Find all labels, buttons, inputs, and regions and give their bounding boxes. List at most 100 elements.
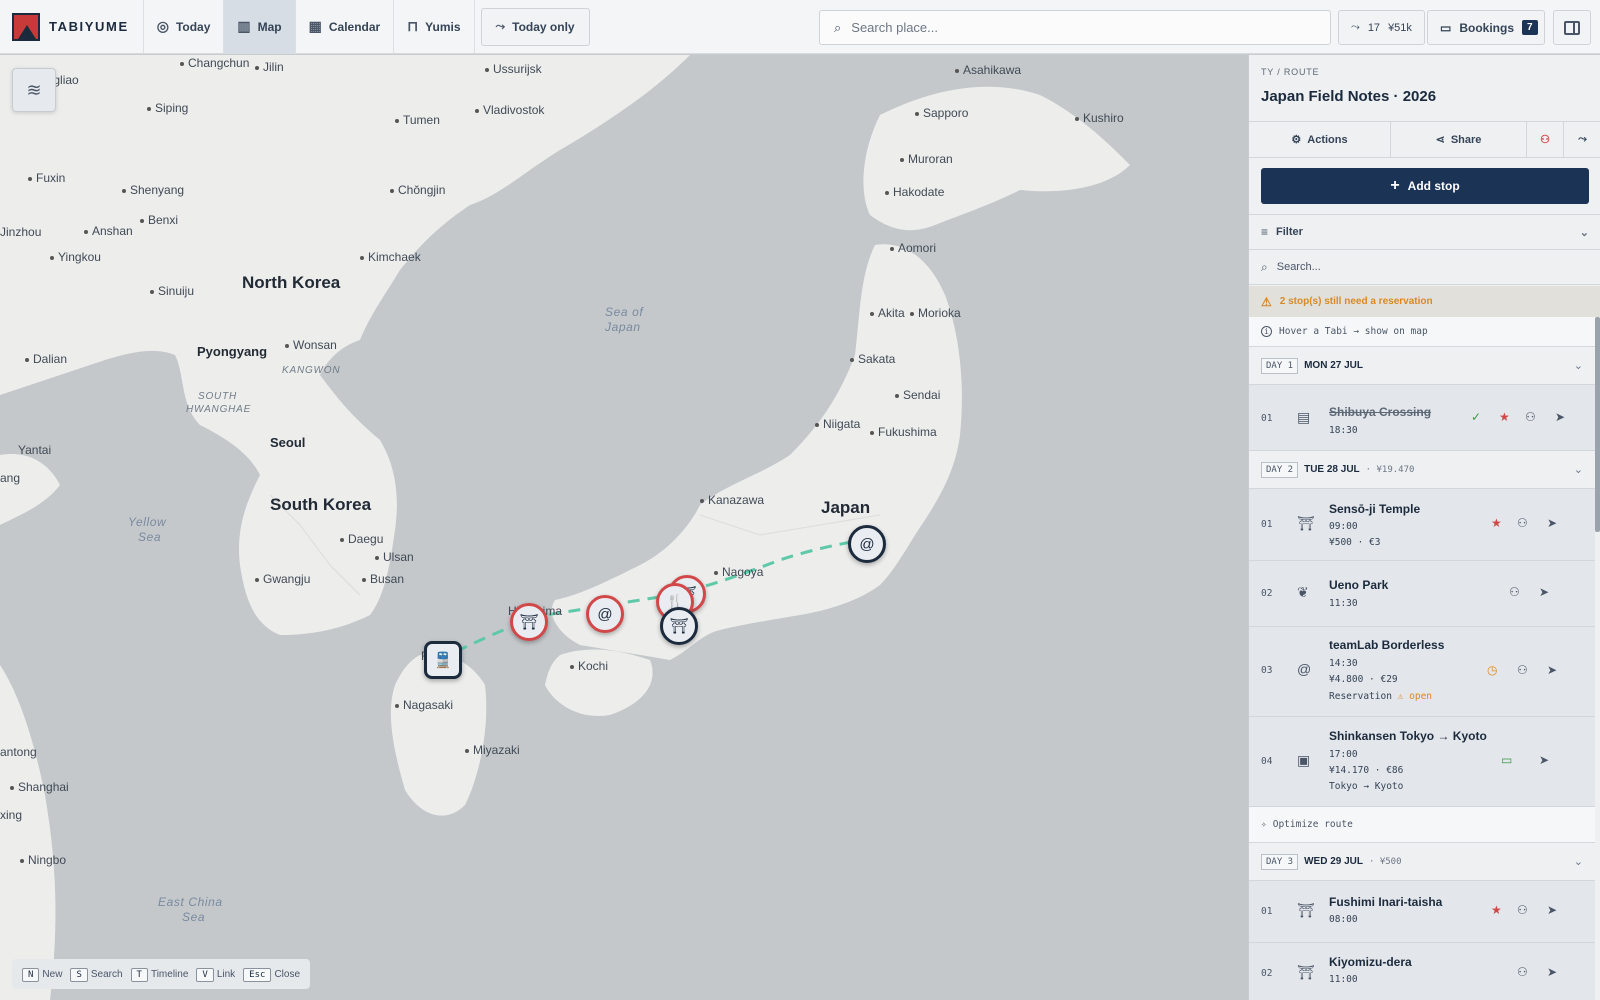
- map-label: Kochi: [570, 659, 608, 673]
- navigate-icon[interactable]: ➤: [1547, 965, 1557, 979]
- shortcut-search: S Search: [70, 967, 123, 982]
- today-only-toggle[interactable]: ⤳ Today only: [480, 7, 590, 46]
- map-label-sea: Yellow: [128, 515, 167, 529]
- chevron-down-icon[interactable]: ⌄: [1574, 463, 1583, 476]
- stop-search-input[interactable]: ⌕ Search...: [1249, 250, 1600, 285]
- user-button[interactable]: ⚇: [1527, 122, 1564, 157]
- day-header[interactable]: DAY 1 MON 27 JUL ⌄: [1249, 347, 1595, 385]
- filter-toggle[interactable]: ≡ Filter ⌄: [1249, 214, 1600, 250]
- spiral-icon: @: [597, 605, 613, 623]
- panel-toggle-button[interactable]: [1553, 10, 1591, 45]
- navigate-icon[interactable]: ➤: [1547, 903, 1557, 917]
- search-icon: ⌕: [834, 19, 842, 35]
- today-only-label: Today only: [512, 19, 575, 34]
- stop-row[interactable]: 01 ⛩ Sensō-ji Temple 09:00 ¥500 · €3 ★ ⚇…: [1249, 489, 1595, 561]
- stop-name: Ueno Park: [1329, 578, 1389, 592]
- add-stop-label: Add stop: [1407, 179, 1460, 193]
- people-icon[interactable]: ⚇: [1517, 516, 1528, 530]
- day-header[interactable]: DAY 3 WED 29 JUL · ¥500 ⌄: [1249, 843, 1595, 881]
- tab-yumis[interactable]: ⊓ Yumis: [394, 0, 475, 54]
- map-canvas[interactable]: ongliao Changchun Jilin Ussurijsk Asahik…: [0, 55, 1248, 1000]
- map-label: Siping: [147, 101, 188, 115]
- share-button[interactable]: ⋖ Share: [1391, 122, 1527, 157]
- tab-calendar[interactable]: ▦ Calendar: [296, 0, 395, 54]
- star-icon[interactable]: ★: [1491, 903, 1502, 917]
- day-header[interactable]: DAY 2 TUE 28 JUL · ¥19.470 ⌄: [1249, 451, 1595, 489]
- map-label: Jilin: [255, 60, 284, 74]
- warning-text: 2 stop(s) still need a reservation: [1279, 296, 1433, 307]
- stop-row[interactable]: 01 ⛩ Fushimi Inari-taisha 08:00 ★ ⚇ ➤: [1249, 881, 1595, 943]
- map-label: Changchun: [180, 56, 249, 70]
- tab-today[interactable]: ◎ Today: [144, 0, 225, 54]
- stop-number: 02: [1261, 588, 1273, 599]
- torii-icon: ⛩: [1297, 964, 1315, 980]
- people-icon[interactable]: ⚇: [1517, 965, 1528, 979]
- ticket-icon[interactable]: ▭: [1501, 753, 1512, 767]
- map-label: Fukushima: [870, 425, 937, 439]
- stop-time: 18:30: [1329, 425, 1358, 436]
- route-button[interactable]: ⤳: [1564, 122, 1600, 157]
- warning-icon: ⚠: [1261, 294, 1272, 309]
- map-marker-sightseeing[interactable]: @: [586, 595, 624, 633]
- people-icon[interactable]: ⚇: [1509, 585, 1520, 599]
- map-marker-sightseeing[interactable]: @: [848, 525, 886, 563]
- brand[interactable]: TABIYUME: [0, 0, 144, 54]
- stop-row[interactable]: 04 ▣ Shinkansen Tokyo → Kyoto 17:00 ¥14.…: [1249, 717, 1595, 807]
- clock-icon[interactable]: ◷: [1487, 663, 1497, 677]
- panel-scrollbar[interactable]: [1595, 317, 1600, 532]
- tab-today-label: Today: [175, 19, 211, 34]
- people-icon[interactable]: ⚇: [1525, 410, 1536, 424]
- star-icon[interactable]: ★: [1499, 410, 1510, 424]
- search-input[interactable]: ⌕ Search place...: [819, 10, 1331, 45]
- navigate-icon[interactable]: ➤: [1547, 516, 1557, 530]
- map-label-region: SOUTH: [198, 391, 237, 402]
- optimize-label: Optimize route: [1272, 819, 1353, 830]
- trip-stats[interactable]: ⤳ 17 ¥51k: [1338, 10, 1425, 45]
- add-stop-button[interactable]: + Add stop: [1261, 168, 1589, 204]
- day-tag: DAY 2: [1261, 461, 1299, 478]
- layers-button[interactable]: ≋: [12, 68, 56, 112]
- navigate-icon[interactable]: ➤: [1539, 753, 1549, 767]
- map-label: Gwangju: [255, 572, 310, 586]
- route-panel: TY / ROUTE Japan Field Notes · 2026 ⚙ Ac…: [1248, 55, 1600, 1000]
- bookings-label: Bookings: [1459, 20, 1515, 35]
- torii-icon: ⛩: [1297, 515, 1315, 531]
- map-label: Busan: [362, 572, 404, 586]
- page-title: Japan Field Notes · 2026: [1261, 88, 1437, 105]
- bookings-button[interactable]: ▭ Bookings 7: [1427, 10, 1545, 45]
- navigate-icon[interactable]: ➤: [1547, 663, 1557, 677]
- brand-name: TABIYUME: [49, 19, 129, 34]
- stop-row[interactable]: 01 ▤ Shibuya Crossing 18:30 ✓ ★ ⚇ ➤: [1249, 385, 1595, 451]
- check-icon[interactable]: ✓: [1471, 410, 1481, 424]
- map-marker-transit[interactable]: 🚆: [424, 641, 462, 679]
- navigate-icon[interactable]: ➤: [1539, 585, 1549, 599]
- tab-map[interactable]: ▥ Map: [224, 0, 296, 54]
- chevron-down-icon[interactable]: ⌄: [1574, 855, 1583, 868]
- map-marker-temple[interactable]: ⛩: [510, 603, 548, 641]
- stop-time: 08:00: [1329, 914, 1358, 925]
- map-marker-temple[interactable]: ⛩: [660, 607, 698, 645]
- stop-row[interactable]: 02 ⛩ Kiyomizu-dera 11:00 ⚇ ➤: [1249, 943, 1595, 1000]
- stop-search-placeholder: Search...: [1276, 261, 1321, 273]
- stop-time: 11:00: [1329, 974, 1358, 985]
- stop-name: teamLab Borderless: [1329, 638, 1445, 652]
- map-label: Shanghai: [10, 780, 69, 794]
- people-icon[interactable]: ⚇: [1517, 903, 1528, 917]
- map-label: Sapporo: [915, 106, 968, 120]
- layers-icon: ≋: [26, 79, 42, 100]
- map-label: Chŏngjin: [390, 183, 445, 197]
- optimize-route-button[interactable]: ✧ Optimize route: [1249, 807, 1595, 843]
- chevron-down-icon[interactable]: ⌄: [1574, 359, 1583, 372]
- top-bar: TABIYUME ◎ Today ▥ Map ▦ Calendar ⊓ Yumi…: [0, 0, 1600, 54]
- actions-button[interactable]: ⚙ Actions: [1249, 122, 1391, 157]
- bookings-count-badge: 7: [1522, 20, 1538, 35]
- navigate-icon[interactable]: ➤: [1555, 410, 1565, 424]
- shortcut-new: N New: [22, 967, 62, 982]
- stop-price: ¥14.170 · €86: [1329, 765, 1404, 776]
- shortcut-link: V Link: [196, 967, 235, 982]
- star-icon[interactable]: ★: [1491, 516, 1502, 530]
- stop-row[interactable]: 03 @ teamLab Borderless 14:30 ¥4.800 · €…: [1249, 627, 1595, 717]
- stop-time: 11:30: [1329, 598, 1358, 609]
- stop-row[interactable]: 02 ❦ Ueno Park 11:30 ⚇ ➤: [1249, 561, 1595, 627]
- people-icon[interactable]: ⚇: [1517, 663, 1528, 677]
